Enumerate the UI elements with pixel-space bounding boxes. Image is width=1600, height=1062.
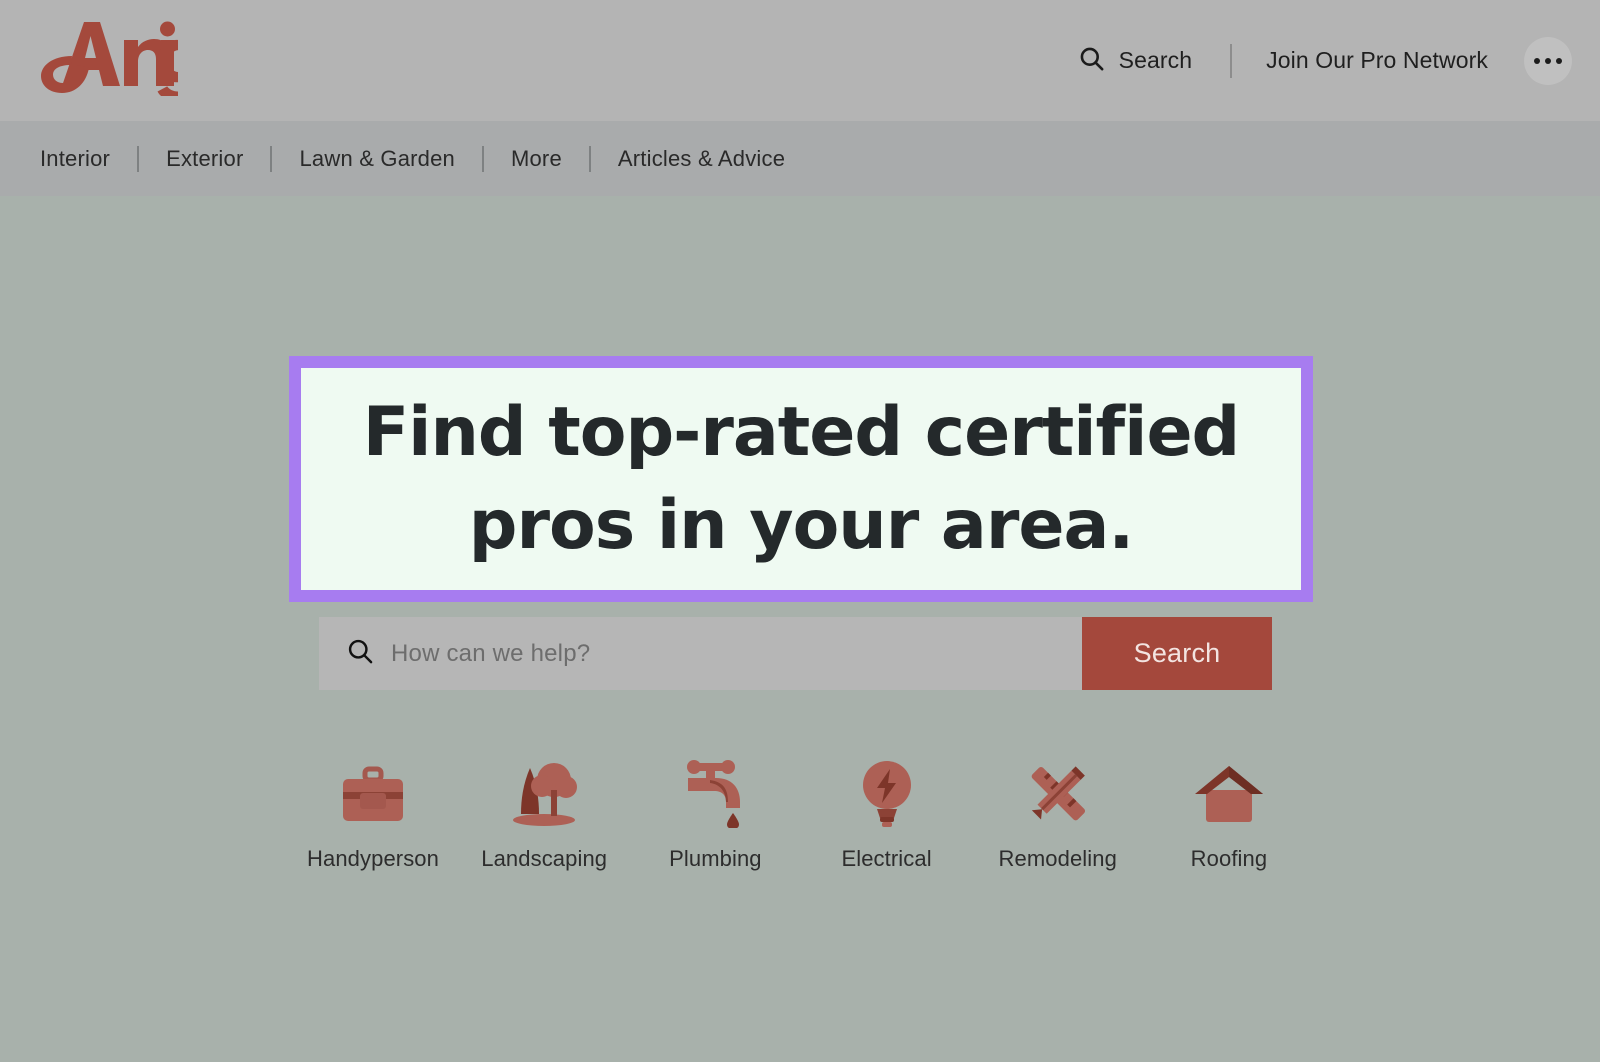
category-label: Plumbing <box>669 846 762 871</box>
category-label: Roofing <box>1190 846 1268 871</box>
ellipsis-dot <box>1545 57 1551 64</box>
search-input-placeholder: How can we help? <box>391 639 591 667</box>
faucet-icon <box>680 756 750 828</box>
search-submit-button[interactable]: Search <box>1082 617 1272 690</box>
category-label: Landscaping <box>481 846 608 871</box>
nav-item-interior[interactable]: Interior <box>40 146 110 172</box>
site-header: Search Join Our Pro Network <box>0 0 1600 121</box>
toolbox-icon <box>337 756 409 828</box>
house-roof-icon <box>1193 756 1265 828</box>
search-icon <box>1078 45 1105 77</box>
nav-separator <box>481 145 484 172</box>
lightbulb-bolt-icon <box>855 756 919 828</box>
nav-separator <box>137 145 140 172</box>
search-icon <box>346 637 374 670</box>
hero-search-bar: How can we help? Search <box>319 617 1272 690</box>
header-search-label: Search <box>1118 47 1193 73</box>
category-label: Electrical <box>841 846 932 871</box>
page-headline-line-1: Find top-rated certified <box>362 392 1241 472</box>
category-navbar: Interior Exterior Lawn & Garden More Art… <box>0 121 1600 196</box>
headline-highlight-box: Find top-rated certified pros in your ar… <box>289 356 1313 602</box>
nav-separator <box>588 145 591 172</box>
category-shortcuts: Handyperson Landscaping Plumbing Electri… <box>289 756 1313 872</box>
hero-section: Find top-rated certified pros in your ar… <box>0 196 1600 1062</box>
trees-icon <box>508 756 580 828</box>
nav-item-more[interactable]: More <box>511 146 562 172</box>
join-pro-network-link[interactable]: Join Our Pro Network <box>1266 47 1488 74</box>
category-handyperson[interactable]: Handyperson <box>293 756 453 872</box>
ruler-pencil-cross-icon <box>1022 756 1094 828</box>
ellipsis-dot <box>1534 57 1540 64</box>
header-actions: Search Join Our Pro Network <box>1078 0 1572 121</box>
category-roofing[interactable]: Roofing <box>1149 756 1309 872</box>
header-divider <box>1230 43 1233 78</box>
search-input[interactable]: How can we help? <box>319 617 1082 690</box>
category-label: Handyperson <box>307 846 439 871</box>
category-label: Remodeling <box>998 846 1117 871</box>
nav-separator <box>270 145 273 172</box>
nav-item-exterior[interactable]: Exterior <box>166 146 243 172</box>
page-headline-line-2: pros in your area. <box>468 486 1134 565</box>
angi-logo[interactable] <box>38 16 201 102</box>
category-electrical[interactable]: Electrical <box>807 756 967 872</box>
nav-item-articles-advice[interactable]: Articles & Advice <box>618 146 785 172</box>
nav-item-lawn-garden[interactable]: Lawn & Garden <box>299 146 454 172</box>
category-plumbing[interactable]: Plumbing <box>635 756 795 872</box>
header-search-button[interactable]: Search <box>1078 45 1192 77</box>
ellipsis-icon[interactable] <box>1524 36 1572 85</box>
category-remodeling[interactable]: Remodeling <box>978 756 1138 872</box>
ellipsis-dot <box>1556 57 1562 64</box>
category-landscaping[interactable]: Landscaping <box>464 756 624 872</box>
